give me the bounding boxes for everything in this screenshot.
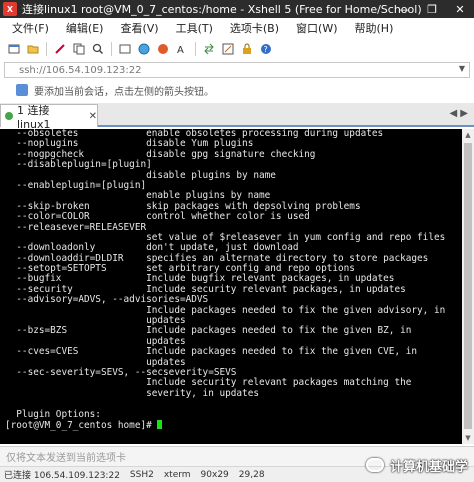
close-icon[interactable]: ✕: [89, 111, 97, 122]
hint-text: 要添加当前会话，点击左侧的箭头按钮。: [34, 86, 214, 98]
svg-text:A: A: [177, 45, 184, 55]
compose-icon[interactable]: [222, 43, 234, 55]
transfer-icon[interactable]: [203, 43, 215, 55]
compose-input-placeholder[interactable]: 仅将文本发送到当前选项卡: [6, 449, 126, 464]
menu-tabs[interactable]: 选项卡(B): [230, 20, 279, 36]
wechat-logo-icon: [366, 458, 384, 472]
window-controls: — ❐ ✕: [390, 0, 474, 18]
font-icon[interactable]: A: [176, 43, 188, 55]
title-bar: X 连接linux1 root@VM_0_7_centos:/home - Xs…: [0, 0, 474, 18]
terminal-prompt-line[interactable]: [root@VM_0_7_centos home]#: [5, 419, 462, 431]
terminal-line: --color=COLOR control whether color is u…: [5, 211, 310, 223]
terminal-line: severity, in updates: [5, 387, 259, 399]
toolbar-divider: [46, 42, 47, 56]
status-size: 90x29: [200, 469, 229, 480]
help-icon[interactable]: ?: [260, 43, 272, 55]
maximize-button[interactable]: ❐: [418, 0, 446, 18]
new-session-icon[interactable]: [8, 43, 20, 55]
tab-label: 1 连接linux1: [16, 103, 51, 131]
chevron-down-icon[interactable]: ▼: [459, 64, 465, 73]
xshell-app-icon[interactable]: X: [3, 2, 17, 16]
watermark: 计算机基础学: [366, 452, 468, 478]
status-cursor-position: 29,28: [238, 469, 265, 480]
status-protocol: SSH2: [129, 469, 154, 480]
menu-file[interactable]: 文件(F): [12, 20, 49, 36]
menu-bar: 文件(F) 编辑(E) 查看(V) 工具(T) 选项卡(B) 窗口(W) 帮助(…: [0, 18, 474, 38]
fullscreen-icon[interactable]: [119, 43, 131, 55]
toolbar-divider: [111, 42, 112, 56]
terminal-scrollbar[interactable]: ▲ ▼: [462, 129, 474, 444]
search-icon[interactable]: [92, 43, 104, 55]
menu-view[interactable]: 查看(V): [120, 20, 158, 36]
menu-tools[interactable]: 工具(T): [176, 20, 213, 36]
add-session-arrow-icon[interactable]: [16, 84, 28, 96]
menu-window[interactable]: 窗口(W): [296, 20, 337, 36]
scroll-down-icon[interactable]: ▼: [462, 432, 474, 444]
close-button[interactable]: ✕: [446, 0, 474, 18]
lock-icon[interactable]: [241, 43, 253, 55]
open-folder-icon[interactable]: [27, 43, 39, 55]
session-address-bar[interactable]: ssh://106.54.109.123:22 ▼: [4, 62, 470, 78]
tab-nav-arrows-icon[interactable]: ◀ ▶: [449, 108, 468, 119]
status-terminal-type: xterm: [163, 469, 191, 480]
scroll-up-icon[interactable]: ▲: [462, 129, 474, 141]
scrollbar-thumb[interactable]: [464, 143, 472, 429]
terminal-output[interactable]: --obsoletes enable obsoletes processing …: [0, 129, 462, 444]
menu-help[interactable]: 帮助(H): [355, 20, 394, 36]
globe-icon[interactable]: [138, 43, 150, 55]
svg-text:?: ?: [264, 45, 268, 54]
color-icon[interactable]: [157, 43, 169, 55]
connected-status-icon: [5, 112, 13, 120]
disconnect-icon[interactable]: [54, 43, 66, 55]
window-title: 连接linux1 root@VM_0_7_centos:/home - Xshe…: [22, 3, 422, 16]
toolbar: A ?: [0, 38, 474, 60]
terminal-cursor: [157, 419, 163, 429]
terminal-line: --disableplugin=[plugin]: [5, 159, 152, 171]
toolbar-divider: [195, 42, 196, 56]
shell-prompt: [root@VM_0_7_centos home]#: [5, 419, 158, 431]
address-input[interactable]: ssh://106.54.109.123:22: [19, 65, 141, 76]
copy-icon[interactable]: [73, 43, 85, 55]
tab-bar: 1 连接linux1 ✕ ◀ ▶: [0, 103, 474, 131]
minimize-button[interactable]: —: [390, 0, 418, 18]
terminal-line: Plugin Options:: [5, 408, 101, 420]
watermark-text: 计算机基础学: [390, 459, 469, 475]
hint-bar: 要添加当前会话，点击左侧的箭头按钮。: [0, 80, 474, 100]
menu-edit[interactable]: 编辑(E): [66, 20, 104, 36]
status-connection: 已连接 106.54.109.123:22: [4, 471, 120, 481]
tab-linux1[interactable]: 1 连接linux1 ✕: [0, 104, 98, 131]
